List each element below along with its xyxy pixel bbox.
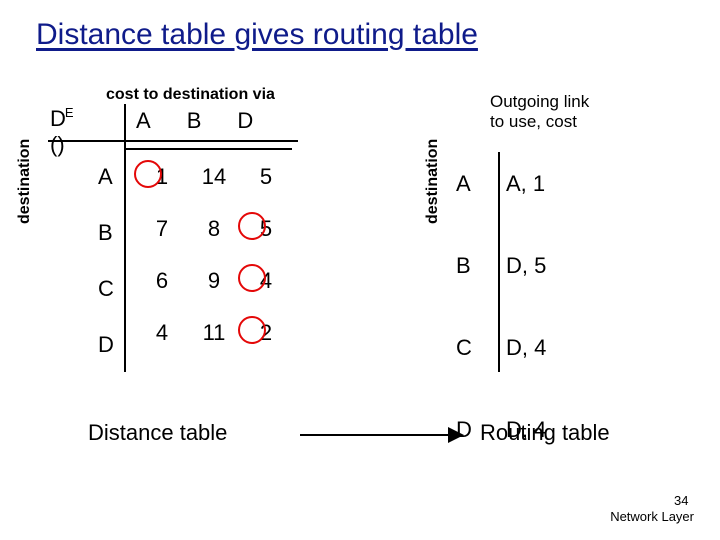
table-row: B D, 5 [456, 240, 596, 292]
row-b: B [98, 220, 114, 246]
table-hline2 [126, 148, 292, 150]
cell-d-b: 11 [188, 320, 240, 346]
row-headers: A B C D [98, 164, 114, 358]
table-row: 1 14 5 [136, 164, 292, 216]
cell-a-b: 14 [188, 164, 240, 190]
arrow-head [448, 427, 464, 443]
e-superscript: E [65, 105, 74, 120]
col-headers: A B D [136, 108, 253, 134]
table-hline [48, 140, 298, 142]
footer-text: Network Layer 34 [610, 509, 694, 524]
route-vline [498, 152, 500, 372]
distance-cells: 1 14 5 7 8 5 6 9 4 4 11 2 [136, 164, 292, 372]
paren: () [50, 132, 65, 157]
col-d: D [237, 108, 253, 134]
slide-title: Distance table gives routing table [36, 18, 478, 52]
cell-a-a: 1 [136, 164, 188, 190]
arrow-line [300, 434, 450, 436]
route-val-b: D, 5 [506, 253, 596, 279]
footer-label: Network Layer [610, 509, 694, 524]
route-val-c: D, 4 [506, 335, 596, 361]
cell-b-a: 7 [136, 216, 188, 242]
cell-a-d: 5 [240, 164, 292, 190]
table-row: 6 9 4 [136, 268, 292, 320]
col-a: A [136, 108, 151, 134]
cell-b-d: 5 [240, 216, 292, 242]
de-symbol: DE () [50, 106, 75, 158]
cell-c-b: 9 [188, 268, 240, 294]
table-row: 4 11 2 [136, 320, 292, 372]
outgoing-link-label: Outgoing link to use, cost [490, 92, 589, 133]
distance-table-caption: Distance table [88, 420, 227, 446]
table-row: A A, 1 [456, 158, 596, 210]
cell-d-a: 4 [136, 320, 188, 346]
cell-d-d: 2 [240, 320, 292, 346]
routing-table-label: Routing table [480, 420, 610, 446]
table-row: 7 8 5 [136, 216, 292, 268]
destination-axis-left: destination [16, 139, 34, 224]
table-row: C D, 4 [456, 322, 596, 374]
outgoing-l1: Outgoing link [490, 92, 589, 111]
row-d: D [98, 332, 114, 358]
cell-c-d: 4 [240, 268, 292, 294]
d-letter: D [50, 106, 66, 131]
col-b: B [187, 108, 202, 134]
cost-to-dest-label: cost to destination via [106, 86, 275, 104]
outgoing-l2: to use, cost [490, 112, 577, 131]
page-number: 34 [674, 493, 700, 508]
destination-axis-right: destination [424, 139, 442, 224]
routing-table: A A, 1 B D, 5 C D, 4 D D, 4 [456, 158, 596, 456]
row-c: C [98, 276, 114, 302]
table-vline [124, 104, 126, 372]
row-a: A [98, 164, 114, 190]
distance-table-label: Distance table [88, 420, 227, 446]
cell-b-b: 8 [188, 216, 240, 242]
cell-c-a: 6 [136, 268, 188, 294]
route-val-a: A, 1 [506, 171, 596, 197]
